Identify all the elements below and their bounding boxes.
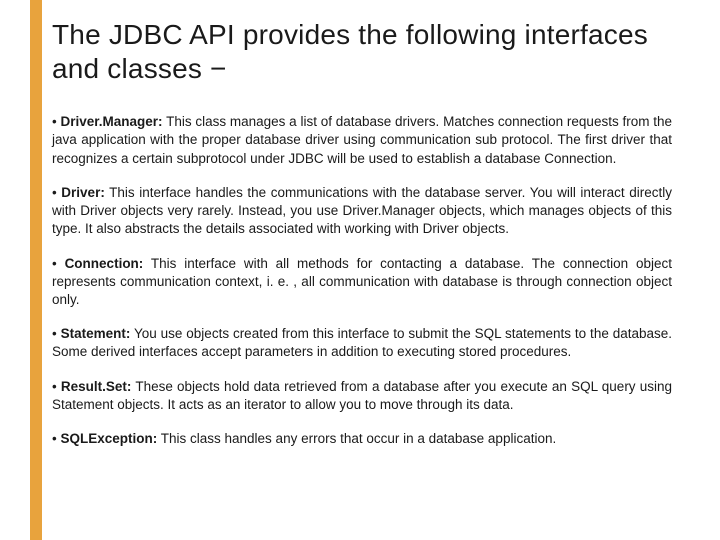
bullet: • (52, 326, 61, 341)
list-item: • Driver: This interface handles the com… (52, 184, 672, 239)
term: Result.Set: (61, 379, 132, 394)
list-item: • Statement: You use objects created fro… (52, 325, 672, 361)
accent-bar (30, 0, 42, 540)
list-item: • Connection: This interface with all me… (52, 255, 672, 310)
description: You use objects created from this interf… (52, 326, 672, 359)
slide-title: The JDBC API provides the following inte… (52, 18, 672, 85)
description: This interface handles the communication… (52, 185, 672, 236)
list-item: • Driver.Manager: This class manages a l… (52, 113, 672, 168)
bullet: • (52, 379, 61, 394)
term: SQLException: (60, 431, 157, 446)
bullet: • (52, 114, 61, 129)
list-item: • SQLException: This class handles any e… (52, 430, 672, 448)
list-item: • Result.Set: These objects hold data re… (52, 378, 672, 414)
description: These objects hold data retrieved from a… (52, 379, 672, 412)
term: Driver.Manager: (61, 114, 163, 129)
term: Connection: (65, 256, 144, 271)
bullet: • (52, 185, 61, 200)
bullet: • (52, 256, 65, 271)
description: This class handles any errors that occur… (157, 431, 556, 446)
description: This interface with all methods for cont… (52, 256, 672, 307)
term: Driver: (61, 185, 105, 200)
term: Statement: (61, 326, 131, 341)
